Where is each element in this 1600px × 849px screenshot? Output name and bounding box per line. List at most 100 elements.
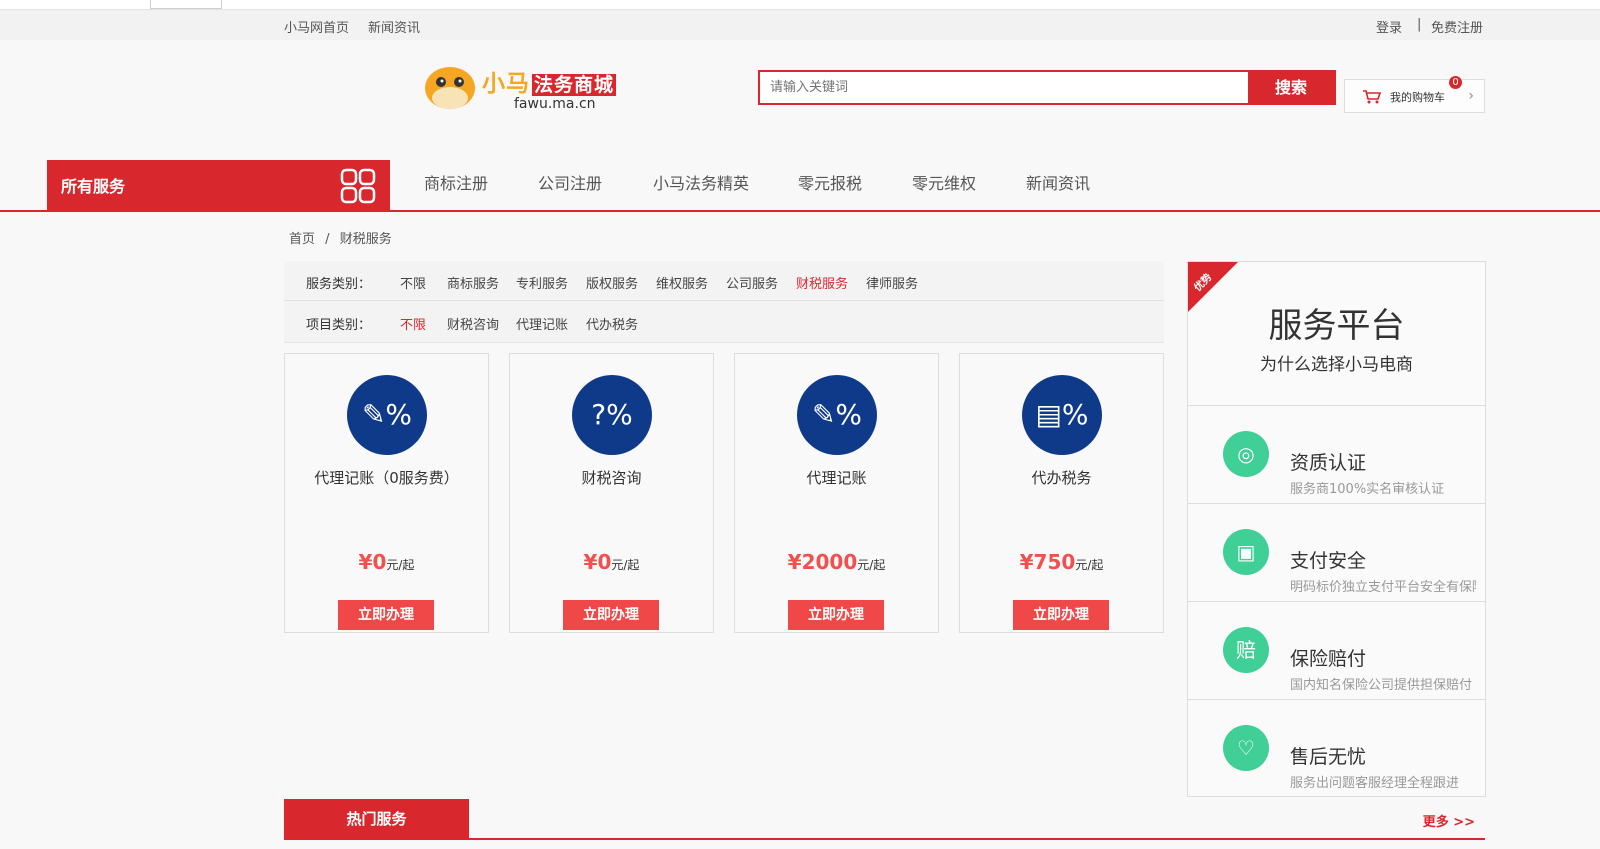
product-price: ¥750元/起 bbox=[960, 550, 1163, 574]
price-value: ¥0 bbox=[358, 550, 387, 574]
project-option[interactable]: 代办税务 bbox=[586, 314, 638, 333]
nav-zero-rights[interactable]: 零元维权 bbox=[912, 170, 976, 194]
feature-desc: 服务商100%实名审核认证 bbox=[1290, 482, 1445, 494]
nav-news[interactable]: 新闻资讯 bbox=[1026, 170, 1090, 194]
hot-services-bar: 热门服务 更多 >> bbox=[284, 797, 1485, 840]
search-input[interactable] bbox=[760, 72, 1248, 103]
service-option[interactable]: 公司服务 bbox=[726, 273, 778, 292]
feature-desc: 明码标价独立支付平台安全有保障 bbox=[1290, 580, 1476, 592]
project-option-active[interactable]: 不限 bbox=[400, 314, 426, 333]
price-value: ¥0 bbox=[583, 550, 612, 574]
cart-button[interactable]: 我的购物车 0 › bbox=[1344, 76, 1485, 113]
cart-count-badge: 0 bbox=[1449, 76, 1462, 89]
breadcrumb: 首页 / 财税服务 bbox=[289, 228, 398, 247]
cart-icon bbox=[1363, 90, 1381, 104]
breadcrumb-home[interactable]: 首页 bbox=[289, 232, 315, 247]
buy-now-button[interactable]: 立即办理 bbox=[1013, 600, 1109, 630]
heart-icon: ♡ bbox=[1223, 725, 1269, 771]
service-platform-panel: 优势 服务平台 为什么选择小马电商 ◎ 资质认证 服务商100%实名审核认证 ▣… bbox=[1187, 261, 1486, 797]
price-unit: 元/起 bbox=[1075, 558, 1104, 572]
feature-desc: 国内知名保险公司提供担保赔付 bbox=[1290, 678, 1473, 690]
product-name: 代理记账（0服务费） bbox=[314, 469, 459, 487]
panel-title: 服务平台 bbox=[1268, 306, 1405, 346]
logo-brand-red: 法务商城 bbox=[532, 74, 617, 96]
nav-legal-elite[interactable]: 小马法务精英 bbox=[653, 170, 749, 194]
logo-brand: 小马 法务商城 bbox=[482, 64, 617, 98]
project-option[interactable]: 财税咨询 bbox=[447, 314, 499, 333]
all-services-button[interactable]: 所有服务 bbox=[47, 160, 390, 212]
pencil-percent-icon: ✎% bbox=[797, 375, 877, 455]
service-filter-label: 服务类别： bbox=[306, 277, 372, 292]
product-price: ¥2000元/起 bbox=[735, 550, 938, 574]
home-link[interactable]: 小马网首页 bbox=[284, 17, 349, 36]
feature-desc: 服务出问题客服经理全程跟进 bbox=[1290, 776, 1460, 788]
logo-url: fawu.ma.cn bbox=[514, 96, 596, 112]
chevron-right-icon: › bbox=[1468, 88, 1474, 104]
nav-trademark[interactable]: 商标注册 bbox=[424, 170, 488, 194]
product-name: 代办税务 bbox=[1031, 469, 1092, 487]
search-box: 搜索 bbox=[758, 70, 1336, 105]
login-link[interactable]: 登录 bbox=[1376, 17, 1402, 36]
product-card[interactable]: ?% 财税咨询 ¥0元/起 立即办理 bbox=[509, 353, 714, 633]
feature-item: 赔 保险赔付 国内知名保险公司提供担保赔付 bbox=[1188, 601, 1485, 699]
product-price: ¥0元/起 bbox=[510, 550, 713, 574]
price-unit: 元/起 bbox=[611, 558, 640, 572]
service-option[interactable]: 专利服务 bbox=[516, 273, 568, 292]
main-nav: 所有服务 商标注册 公司注册 小马法务精英 零元报税 零元维权 新闻资讯 bbox=[0, 158, 1600, 212]
cart-label: 我的购物车 bbox=[1390, 91, 1445, 104]
site-logo[interactable]: 小马 法务商城 fawu.ma.cn bbox=[424, 64, 624, 120]
price-value: ¥750 bbox=[1019, 550, 1076, 574]
search-button[interactable]: 搜索 bbox=[1248, 72, 1334, 103]
project-option[interactable]: 代理记账 bbox=[516, 314, 568, 333]
shield-search-icon: ◎ bbox=[1223, 431, 1269, 477]
service-option[interactable]: 维权服务 bbox=[656, 273, 708, 292]
logo-brand-yellow: 小马 bbox=[482, 71, 530, 97]
pencil-percent-icon: ✎% bbox=[347, 375, 427, 455]
site-header: 小马法务商城 fawu.ma.cn 搜索 我的购物车 0 › bbox=[0, 40, 1600, 158]
nav-zero-tax[interactable]: 零元报税 bbox=[798, 170, 862, 194]
nav-company[interactable]: 公司注册 bbox=[538, 170, 602, 194]
document-percent-icon: ▤% bbox=[1022, 375, 1102, 455]
product-name: 代理记账 bbox=[806, 469, 867, 487]
compensation-icon: 赔 bbox=[1223, 627, 1269, 673]
price-unit: 元/起 bbox=[857, 558, 886, 572]
product-card[interactable]: ✎% 代理记账（0服务费） ¥0元/起 立即办理 bbox=[284, 353, 489, 633]
register-link[interactable]: 免费注册 bbox=[1431, 17, 1483, 36]
feature-item: ◎ 资质认证 服务商100%实名审核认证 bbox=[1188, 405, 1485, 503]
buy-now-button[interactable]: 立即办理 bbox=[338, 600, 434, 630]
product-card[interactable]: ▤% 代办税务 ¥750元/起 立即办理 bbox=[959, 353, 1164, 633]
breadcrumb-current: 财税服务 bbox=[339, 232, 392, 247]
strip-box bbox=[150, 0, 222, 9]
panel-subtitle: 为什么选择小马电商 bbox=[1260, 355, 1413, 375]
feature-title: 支付安全 bbox=[1290, 550, 1367, 572]
service-option[interactable]: 不限 bbox=[400, 273, 426, 292]
all-services-label: 所有服务 bbox=[61, 177, 126, 196]
utility-bar: 小马网首页 新闻资讯 登录 | 免费注册 bbox=[0, 10, 1600, 40]
buy-now-button[interactable]: 立即办理 bbox=[788, 600, 884, 630]
product-price: ¥0元/起 bbox=[285, 550, 488, 574]
monitor-pulse-icon: ▣ bbox=[1223, 529, 1269, 575]
buy-now-button[interactable]: 立即办理 bbox=[563, 600, 659, 630]
feature-title: 保险赔付 bbox=[1290, 648, 1367, 670]
breadcrumb-separator: / bbox=[325, 232, 330, 247]
more-link[interactable]: 更多 >> bbox=[1423, 811, 1475, 830]
news-link[interactable]: 新闻资讯 bbox=[368, 17, 420, 36]
service-option-active[interactable]: 财税服务 bbox=[796, 273, 848, 292]
service-option[interactable]: 律师服务 bbox=[866, 273, 918, 292]
question-percent-icon: ?% bbox=[572, 375, 652, 455]
feature-item: ▣ 支付安全 明码标价独立支付平台安全有保障 bbox=[1188, 503, 1485, 601]
product-card[interactable]: ✎% 代理记账 ¥2000元/起 立即办理 bbox=[734, 353, 939, 633]
filter-panel: 服务类别： 不限 商标服务 专利服务 版权服务 维权服务 公司服务 财税服务 律… bbox=[284, 261, 1164, 343]
feature-title: 售后无忧 bbox=[1290, 746, 1367, 768]
pony-face-icon bbox=[425, 67, 475, 109]
hot-services-tab[interactable]: 热门服务 bbox=[284, 799, 469, 840]
price-unit: 元/起 bbox=[386, 558, 415, 572]
project-filter-label: 项目类别： bbox=[306, 318, 372, 333]
feature-item: ♡ 售后无忧 服务出问题客服经理全程跟进 bbox=[1188, 699, 1485, 797]
browser-top-strip bbox=[0, 0, 1600, 10]
service-option[interactable]: 商标服务 bbox=[447, 273, 499, 292]
project-filter-row: 项目类别： 不限 财税咨询 代理记账 代办税务 bbox=[284, 302, 1164, 342]
feature-title: 资质认证 bbox=[1290, 452, 1367, 474]
product-name: 财税咨询 bbox=[581, 469, 642, 487]
service-option[interactable]: 版权服务 bbox=[586, 273, 638, 292]
